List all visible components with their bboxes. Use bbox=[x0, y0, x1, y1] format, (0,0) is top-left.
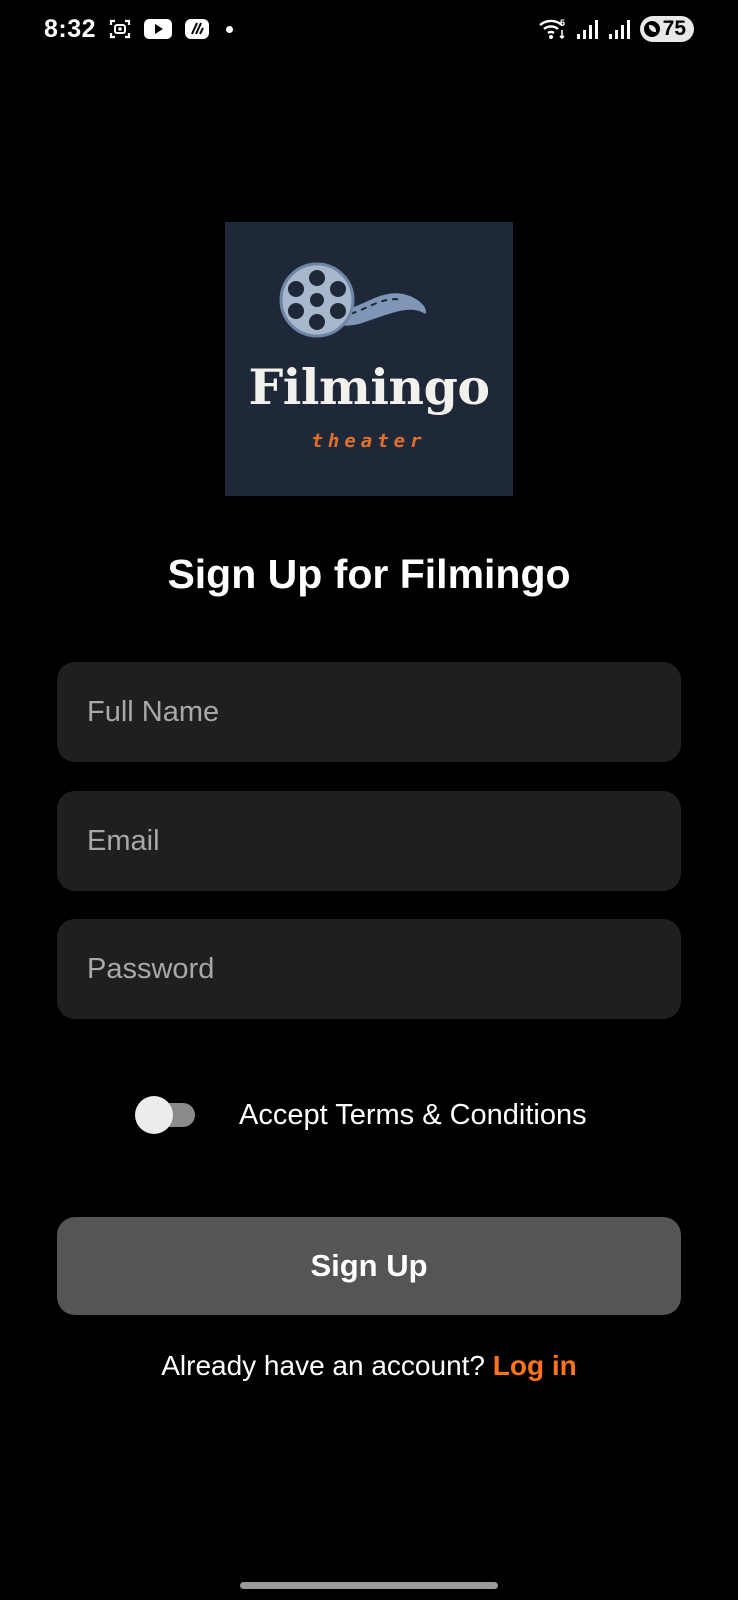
wifi-icon: 5 bbox=[538, 16, 568, 42]
svg-text:5: 5 bbox=[560, 18, 565, 28]
notification-dot bbox=[226, 25, 234, 33]
status-bar-left: 8:32 bbox=[44, 14, 234, 44]
full-name-field-container bbox=[57, 662, 681, 762]
login-prompt: Already have an account? Log in bbox=[0, 1350, 738, 1382]
email-field-container bbox=[57, 791, 681, 891]
logo-wordmark: Filmingo bbox=[248, 358, 490, 416]
terms-row: Accept Terms & Conditions bbox=[135, 1092, 587, 1138]
battery-level: 75 bbox=[662, 17, 686, 40]
signal-icon bbox=[608, 16, 632, 42]
screenshot-icon bbox=[108, 16, 132, 42]
password-field-container bbox=[57, 919, 681, 1019]
email-input[interactable] bbox=[57, 791, 681, 891]
terms-toggle[interactable] bbox=[135, 1096, 197, 1134]
full-name-input[interactable] bbox=[57, 662, 681, 762]
battery-indicator: 75 bbox=[639, 16, 694, 42]
signal-icon bbox=[576, 16, 600, 42]
login-prompt-text: Already have an account? bbox=[161, 1350, 493, 1381]
signup-screen: 8:32 5 75 Filmingo theater Sign Up for F… bbox=[0, 0, 738, 1600]
logo-subtitle: theater bbox=[311, 430, 427, 452]
home-indicator[interactable] bbox=[240, 1582, 498, 1589]
battery-saver-icon bbox=[643, 21, 660, 37]
terms-label: Accept Terms & Conditions bbox=[239, 1098, 587, 1131]
password-input[interactable] bbox=[57, 919, 681, 1019]
page-title: Sign Up for Filmingo bbox=[167, 551, 571, 597]
log-in-link[interactable]: Log in bbox=[493, 1350, 577, 1381]
youtube-icon bbox=[144, 16, 173, 42]
status-bar: 8:32 5 75 bbox=[0, 0, 738, 58]
toggle-thumb bbox=[135, 1096, 173, 1134]
sign-up-button[interactable]: Sign Up bbox=[57, 1217, 681, 1315]
status-time: 8:32 bbox=[44, 14, 97, 43]
app-icon bbox=[184, 16, 210, 42]
filmingo-logo: Filmingo theater bbox=[225, 222, 513, 496]
status-bar-right: 5 75 bbox=[538, 16, 694, 42]
